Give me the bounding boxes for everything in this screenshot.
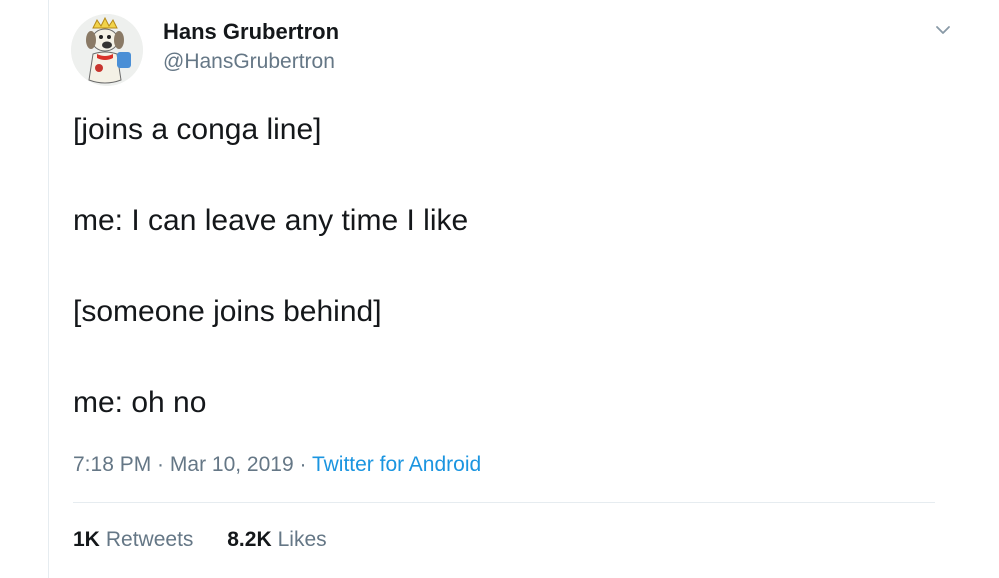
retweets-count: 1K xyxy=(73,528,100,551)
tweet-meta: 7:18 PM · Mar 10, 2019 · Twitter for And… xyxy=(73,452,481,478)
avatar[interactable] xyxy=(71,14,143,86)
tweet-card: Hans Grubertron @HansGrubertron [joins a… xyxy=(48,0,999,578)
tweet-stats: 1K Retweets 8.2K Likes xyxy=(73,527,355,553)
author-display-name[interactable]: Hans Grubertron xyxy=(163,18,339,46)
chevron-down-icon[interactable] xyxy=(933,20,953,40)
tweet-source-link[interactable]: Twitter for Android xyxy=(312,453,481,476)
author-handle[interactable]: @HansGrubertron xyxy=(163,48,339,76)
likes-stat[interactable]: 8.2K Likes xyxy=(227,527,326,553)
tweet-time[interactable]: 7:18 PM xyxy=(73,453,151,476)
cartoon-dog-avatar-icon xyxy=(71,14,143,86)
divider xyxy=(73,502,935,503)
author-names: Hans Grubertron @HansGrubertron xyxy=(163,18,339,76)
tweet-line: me: oh no xyxy=(73,386,207,419)
tweet-text: [joins a conga line] me: I can leave any… xyxy=(73,112,953,476)
tweet-line: [someone joins behind] xyxy=(73,295,382,328)
meta-separator: · xyxy=(151,453,170,476)
tweet-line: [joins a conga line] xyxy=(73,113,322,146)
tweet-line: me: I can leave any time I like xyxy=(73,204,469,237)
tweet-date[interactable]: Mar 10, 2019 xyxy=(170,453,294,476)
likes-count: 8.2K xyxy=(227,528,272,551)
tweet-header: Hans Grubertron @HansGrubertron xyxy=(71,10,961,90)
likes-label: Likes xyxy=(277,528,327,551)
meta-separator: · xyxy=(293,453,312,476)
retweets-stat[interactable]: 1K Retweets xyxy=(73,527,193,553)
retweets-label: Retweets xyxy=(105,528,194,551)
